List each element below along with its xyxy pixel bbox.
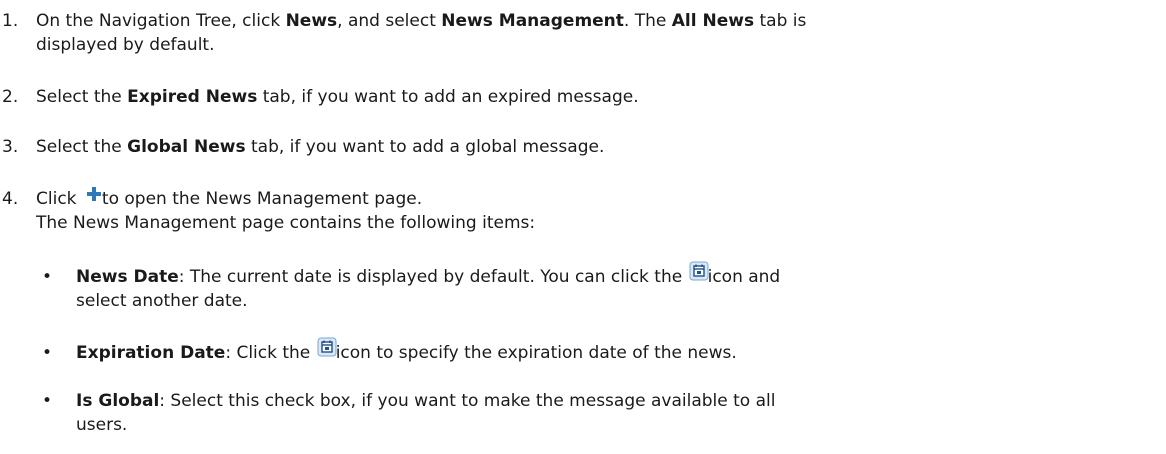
calendar-icon: [316, 337, 337, 361]
list-item-text: Is Global: Select this check box, if you…: [76, 391, 776, 435]
ui-term-all-news: All News: [671, 11, 755, 31]
ui-term-global-news: Global News: [127, 137, 246, 157]
plus-icon: [82, 187, 102, 207]
ui-term-news: News: [285, 11, 338, 31]
step-number: 2.: [2, 87, 19, 107]
list-item-text: News Date: The current date is displayed…: [76, 261, 1136, 313]
step-number: 3.: [2, 137, 19, 157]
step-number: 4.: [2, 189, 19, 209]
step-number: 1.: [2, 11, 19, 31]
bullet-point: •: [42, 343, 53, 363]
field-name-expiration-date: Expiration Date: [76, 343, 226, 363]
ui-term-news-management: News Management: [441, 11, 624, 31]
bullet-point: •: [42, 391, 53, 411]
calendar-icon: [688, 261, 709, 285]
field-name-news-date: News Date: [76, 267, 179, 287]
step-text: Select the Global News tab, if you want …: [36, 137, 605, 157]
bullet-point: •: [42, 267, 53, 287]
step-text: Click to open the News Management page. …: [36, 187, 536, 233]
step-text: On the Navigation Tree, click News, and …: [36, 11, 807, 55]
ui-term-expired-news: Expired News: [127, 87, 258, 107]
step-text: Select the Expired News tab, if you want…: [36, 87, 639, 107]
field-name-is-global: Is Global: [76, 391, 160, 411]
list-item-text: Expiration Date: Click the icon to speci…: [76, 337, 1136, 365]
